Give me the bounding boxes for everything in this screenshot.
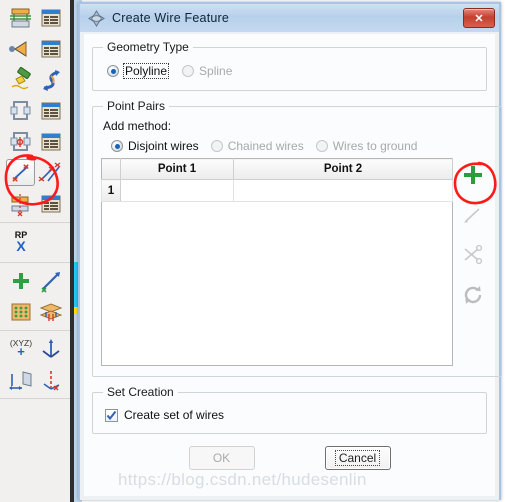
radio-spline-label: Spline xyxy=(199,64,233,78)
cancel-button[interactable]: Cancel xyxy=(324,446,391,470)
toolbar-row xyxy=(0,95,70,126)
toolbar-group-3 xyxy=(0,263,70,331)
radio-spline: Spline xyxy=(182,64,232,78)
toolbar-icon-frame-shape[interactable] xyxy=(6,96,36,126)
radio-wires-to-ground-label: Wires to ground xyxy=(332,139,418,153)
radio-chained-wires[interactable]: Chained wires xyxy=(210,139,304,153)
table-filler-cell xyxy=(120,201,234,366)
dialog-title: Create Wire Feature xyxy=(112,11,230,25)
create-wire-feature-dialog: Create Wire Feature ✕ Geometry Type Poly… xyxy=(78,2,502,500)
set-creation-legend: Set Creation xyxy=(107,385,174,399)
radio-polyline-dot xyxy=(107,65,119,77)
toolbar-row xyxy=(0,2,70,33)
select-wire-icon xyxy=(460,202,486,228)
toolbar-icon-table-3[interactable] xyxy=(36,96,66,126)
radio-wires-to-ground[interactable]: Wires to ground xyxy=(315,139,418,153)
toolbar-row: (XYZ) + xyxy=(0,333,70,364)
add-method-label: Add method: xyxy=(103,119,172,133)
toolbar-group-2: RP X xyxy=(0,223,70,263)
toolbar-icon-xyz-coord[interactable]: (XYZ) + xyxy=(6,334,36,364)
add-method-radios: Disjoint wires Chained wires Wires to gr… xyxy=(111,139,493,153)
table-filler-row xyxy=(101,201,453,366)
toolbar-icon-rp-x[interactable]: RP X xyxy=(6,227,36,257)
check-icon xyxy=(106,410,117,420)
point-pairs-group: Point Pairs Add method: Disjoint wires C… xyxy=(92,99,502,377)
toolbar-icon-mesh-layers[interactable] xyxy=(36,297,66,327)
radio-chained-wires-dot xyxy=(210,140,223,152)
create-set-of-wires-row[interactable]: Create set of wires xyxy=(105,408,478,422)
toolbar-icon-point-grid[interactable] xyxy=(6,297,36,327)
rp-x-glyph: X xyxy=(16,238,26,254)
set-creation-group: Set Creation Create set of wires xyxy=(92,385,487,434)
toolbar-icon-plane-axis[interactable] xyxy=(6,365,36,395)
table-filler-cell xyxy=(101,201,121,366)
dialog-body: Geometry Type Polyline Spline Point Pair… xyxy=(84,34,502,496)
toolbar-icon-create-wire-feature[interactable] xyxy=(6,159,35,186)
table-row[interactable]: 1 xyxy=(101,179,453,202)
toolbar-row xyxy=(0,157,70,188)
toolbar-icon-cone-probe[interactable] xyxy=(6,34,36,64)
radio-chained-wires-label: Chained wires xyxy=(227,139,304,153)
radio-disjoint-wires-label: Disjoint wires xyxy=(128,139,199,153)
create-set-of-wires-label: Create set of wires xyxy=(124,408,225,422)
radio-wires-to-ground-dot xyxy=(315,140,328,152)
toolbar-icon-table-4[interactable] xyxy=(36,127,66,157)
toolbar-row xyxy=(0,296,70,327)
radio-disjoint-wires-dot xyxy=(111,140,123,152)
toolbar-row xyxy=(0,64,70,95)
radio-spline-dot xyxy=(182,65,195,77)
toolbar-group-4: (XYZ) + xyxy=(0,331,70,399)
toolbar-icon-multi-wire[interactable] xyxy=(35,158,65,188)
toolbar-row: RP X xyxy=(0,225,70,259)
toolbar-icon-add-point[interactable] xyxy=(6,266,36,296)
table-filler-cell xyxy=(233,201,453,366)
dialog-button-row: OK Cancel xyxy=(92,446,487,470)
table-cell-point1[interactable] xyxy=(120,179,234,202)
ok-button: OK xyxy=(188,446,255,470)
toolbar-row xyxy=(0,265,70,296)
radio-disjoint-wires[interactable]: Disjoint wires xyxy=(111,139,199,153)
point-pairs-table-wrap: Point 1 Point 2 1 xyxy=(101,158,493,366)
table-corner-header[interactable] xyxy=(101,158,121,180)
radio-polyline-label: Polyline xyxy=(122,63,170,79)
add-point-pair-icon[interactable] xyxy=(460,162,486,188)
left-cad-toolbar: RP X (XYZ) + xyxy=(0,0,71,502)
toolbar-row xyxy=(0,188,70,219)
toolbar-icon-axis-points[interactable] xyxy=(36,365,66,395)
table-header-point1[interactable]: Point 1 xyxy=(120,158,234,180)
table-cell-point2[interactable] xyxy=(233,179,453,202)
toolbar-icon-axis-triad[interactable] xyxy=(36,334,66,364)
geometry-type-radios: Polyline Spline xyxy=(107,63,478,79)
dialog-titlebar[interactable]: Create Wire Feature ✕ xyxy=(80,4,499,32)
close-button[interactable]: ✕ xyxy=(463,8,495,28)
toolbar-row xyxy=(0,33,70,64)
xyz-plus-glyph: + xyxy=(17,344,25,360)
wire-feature-icon xyxy=(88,9,105,27)
refresh-icon xyxy=(460,282,486,308)
geometry-type-group: Geometry Type Polyline Spline xyxy=(92,40,487,91)
toolbar-icon-arrow-pen[interactable] xyxy=(36,266,66,296)
toolbar-row xyxy=(0,126,70,157)
toolbar-icon-table-1[interactable] xyxy=(36,3,66,33)
point-pairs-table[interactable]: Point 1 Point 2 1 xyxy=(101,158,453,366)
toolbar-group-1 xyxy=(0,0,70,223)
point-pairs-legend: Point Pairs xyxy=(107,99,166,113)
toolbar-icon-layered-block[interactable] xyxy=(6,3,36,33)
create-set-of-wires-checkbox[interactable] xyxy=(105,408,118,422)
toolbar-icon-flashlight[interactable] xyxy=(6,65,36,95)
cancel-button-label: Cancel xyxy=(334,450,381,466)
geometry-type-legend: Geometry Type xyxy=(107,40,189,54)
toolbar-icon-twisted-arrow[interactable] xyxy=(36,65,66,95)
toolbar-icon-table-2[interactable] xyxy=(36,34,66,64)
point-pairs-tools xyxy=(453,158,493,366)
cut-wire-icon xyxy=(460,242,486,268)
table-header-row: Point 1 Point 2 xyxy=(101,158,453,180)
table-row-index[interactable]: 1 xyxy=(101,179,121,202)
table-header-point2[interactable]: Point 2 xyxy=(233,158,453,180)
radio-polyline[interactable]: Polyline xyxy=(107,63,170,79)
toolbar-icon-table-5[interactable] xyxy=(36,189,66,219)
toolbar-icon-plate-point[interactable] xyxy=(6,189,36,219)
toolbar-row xyxy=(0,364,70,395)
toolbar-icon-frame-point[interactable] xyxy=(6,127,36,157)
